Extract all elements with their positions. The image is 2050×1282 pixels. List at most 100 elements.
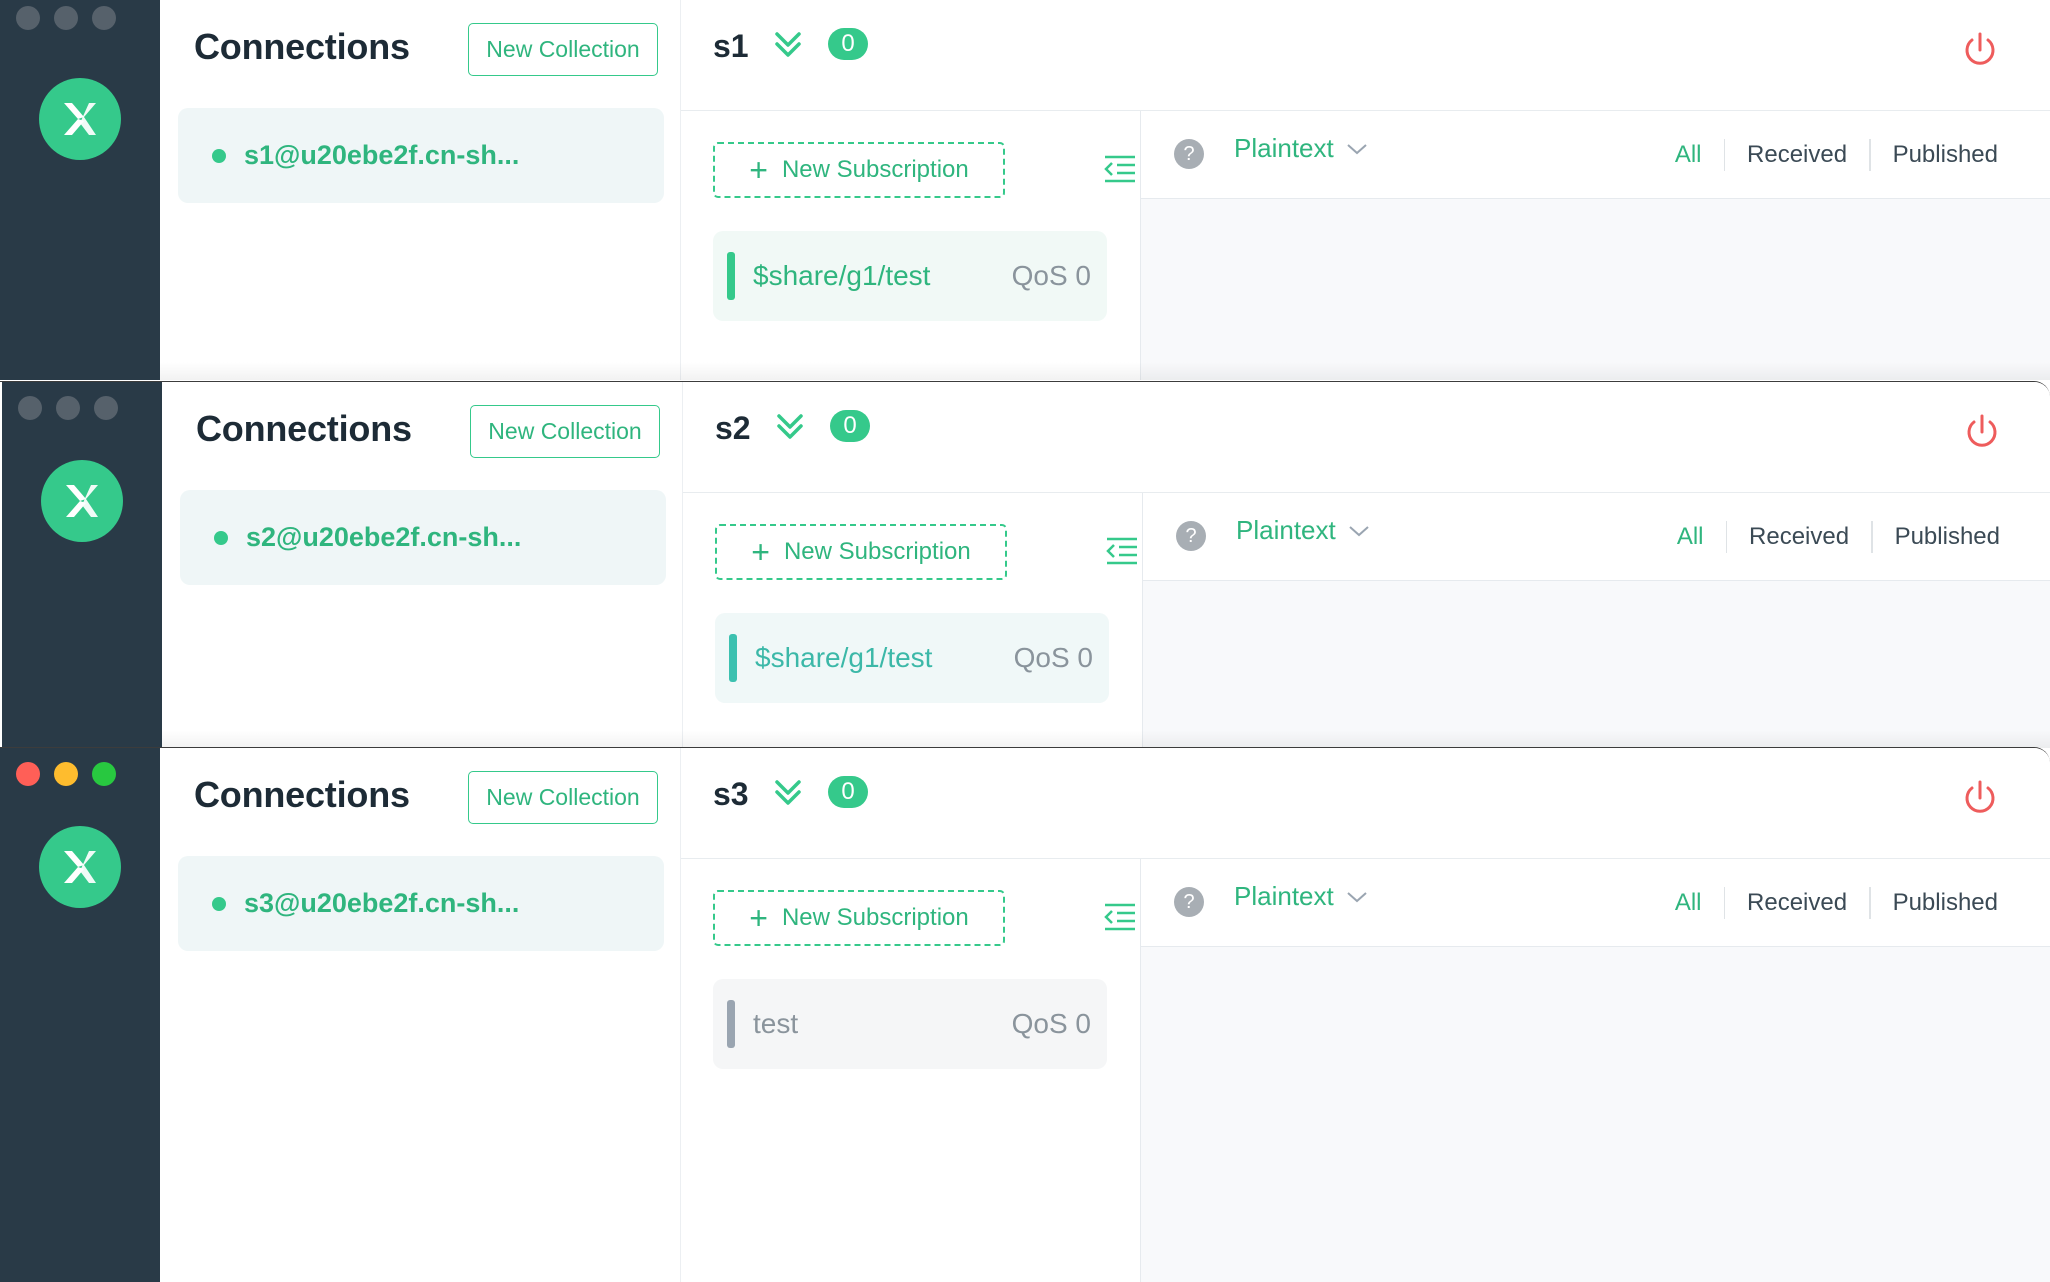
subscription-item[interactable]: $share/g1/test QoS 0 — [713, 231, 1107, 321]
payload-format-select[interactable]: Plaintext — [1236, 515, 1370, 546]
disconnect-power-icon[interactable] — [1960, 778, 2000, 818]
message-filter-tabs: All Received Published — [1655, 521, 2022, 553]
connection-header: s1 0 — [681, 0, 2050, 111]
subscription-qos: QoS 0 — [1011, 1008, 1091, 1039]
disconnect-power-icon[interactable] — [1960, 30, 2000, 70]
app-logo-icon[interactable] — [41, 460, 123, 542]
unread-count-badge: 0 — [830, 410, 870, 442]
connections-title: Connections — [194, 774, 410, 815]
collapse-subscriptions-icon[interactable] — [1101, 899, 1139, 937]
subscriptions-column: + New Subscription test QoS 0 — [681, 859, 1141, 1282]
help-icon[interactable]: ? — [1176, 521, 1206, 551]
new-collection-button[interactable]: New Collection — [468, 23, 658, 76]
connection-title: s3 — [713, 776, 749, 812]
help-icon[interactable]: ? — [1174, 887, 1204, 917]
subscription-topic: $share/g1/test — [755, 642, 933, 673]
messages-toolbar: ? Plaintext All Received Published — [1143, 493, 2050, 581]
app-logo-icon[interactable] — [39, 826, 121, 908]
app-window-s3: Connections New Collection s3@u20ebe2f.c… — [0, 747, 2050, 1282]
payload-format-value: Plaintext — [1234, 133, 1334, 163]
subscription-color-bar — [727, 1000, 735, 1048]
collapse-subscriptions-icon[interactable] — [1101, 151, 1139, 189]
close-window-button[interactable] — [16, 6, 40, 30]
disconnect-power-icon[interactable] — [1962, 412, 2002, 452]
plus-icon: + — [749, 900, 768, 936]
app-window-s2: Connections New Collection s2@u20ebe2f.c… — [0, 381, 2050, 748]
filter-published[interactable]: Published — [1873, 521, 2022, 553]
filter-published[interactable]: Published — [1871, 887, 2020, 919]
connection-name: s1@u20ebe2f.cn-sh... — [244, 140, 520, 170]
messages-area: ? Plaintext All Received Published — [1141, 859, 2050, 1282]
sidebar-rail — [2, 382, 162, 748]
payload-format-value: Plaintext — [1234, 881, 1334, 911]
connection-header: s3 0 — [681, 748, 2050, 859]
messages-toolbar: ? Plaintext All Received Published — [1141, 111, 2050, 199]
sidebar-rail — [0, 748, 160, 1282]
filter-all[interactable]: All — [1655, 521, 1726, 553]
chevron-down-icon — [1347, 143, 1367, 154]
minimize-window-button[interactable] — [54, 6, 78, 30]
filter-received[interactable]: Received — [1727, 521, 1871, 553]
connected-status-dot — [212, 148, 226, 163]
connections-title: Connections — [196, 408, 412, 449]
zoom-window-button[interactable] — [94, 396, 118, 420]
chevron-down-icon — [1347, 891, 1367, 902]
new-subscription-label: New Subscription — [783, 538, 971, 565]
connection-item-s2[interactable]: s2@u20ebe2f.cn-sh... — [180, 490, 666, 585]
payload-format-select[interactable]: Plaintext — [1234, 133, 1368, 164]
connected-status-dot — [212, 896, 226, 911]
window-controls — [16, 6, 116, 30]
collapse-subscriptions-icon[interactable] — [1103, 533, 1141, 571]
chevron-down-icon — [1349, 525, 1369, 536]
app-logo-icon[interactable] — [39, 78, 121, 160]
connection-title: s1 — [713, 28, 749, 64]
plus-icon: + — [749, 152, 768, 188]
expand-details-icon[interactable] — [771, 28, 805, 62]
close-window-button[interactable] — [18, 396, 42, 420]
message-filter-tabs: All Received Published — [1653, 887, 2020, 919]
filter-all[interactable]: All — [1653, 139, 1724, 171]
subscriptions-column: + New Subscription $share/g1/test QoS 0 — [683, 493, 1143, 748]
subscription-qos: QoS 0 — [1013, 642, 1093, 673]
filter-received[interactable]: Received — [1725, 139, 1869, 171]
unread-count-badge: 0 — [828, 776, 868, 808]
new-collection-button[interactable]: New Collection — [470, 405, 660, 458]
messages-toolbar: ? Plaintext All Received Published — [1141, 859, 2050, 947]
connections-panel: Connections New Collection s3@u20ebe2f.c… — [160, 748, 681, 1282]
message-filter-tabs: All Received Published — [1653, 139, 2020, 171]
filter-published[interactable]: Published — [1871, 139, 2020, 171]
expand-details-icon[interactable] — [773, 410, 807, 444]
filter-all[interactable]: All — [1653, 887, 1724, 919]
subscription-item[interactable]: test QoS 0 — [713, 979, 1107, 1069]
help-icon[interactable]: ? — [1174, 139, 1204, 169]
window-controls — [16, 762, 116, 786]
zoom-window-button[interactable] — [92, 762, 116, 786]
filter-received[interactable]: Received — [1725, 887, 1869, 919]
subscription-topic: test — [753, 1008, 799, 1039]
new-subscription-button[interactable]: + New Subscription — [715, 524, 1007, 580]
new-subscription-label: New Subscription — [781, 156, 969, 183]
minimize-window-button[interactable] — [54, 762, 78, 786]
sidebar-rail — [0, 0, 160, 380]
payload-format-select[interactable]: Plaintext — [1234, 881, 1368, 912]
subscription-topic: $share/g1/test — [753, 260, 931, 291]
connection-header: s2 0 — [683, 382, 2050, 493]
payload-format-value: Plaintext — [1236, 515, 1336, 545]
window-controls — [18, 396, 118, 420]
connections-panel: Connections New Collection s2@u20ebe2f.c… — [162, 382, 683, 748]
new-subscription-button[interactable]: + New Subscription — [713, 142, 1005, 198]
messages-area: ? Plaintext All Received Published — [1143, 493, 2050, 748]
new-subscription-button[interactable]: + New Subscription — [713, 890, 1005, 946]
subscription-item[interactable]: $share/g1/test QoS 0 — [715, 613, 1109, 703]
connections-panel: Connections New Collection s1@u20ebe2f.c… — [160, 0, 681, 380]
close-window-button[interactable] — [16, 762, 40, 786]
connection-name: s2@u20ebe2f.cn-sh... — [246, 522, 522, 552]
minimize-window-button[interactable] — [56, 396, 80, 420]
expand-details-icon[interactable] — [771, 776, 805, 810]
new-collection-button[interactable]: New Collection — [468, 771, 658, 824]
connection-item-s3[interactable]: s3@u20ebe2f.cn-sh... — [178, 856, 664, 951]
subscriptions-column: + New Subscription $share/g1/test QoS 0 — [681, 111, 1141, 380]
connection-item-s1[interactable]: s1@u20ebe2f.cn-sh... — [178, 108, 664, 203]
connection-title: s2 — [715, 410, 751, 446]
zoom-window-button[interactable] — [92, 6, 116, 30]
